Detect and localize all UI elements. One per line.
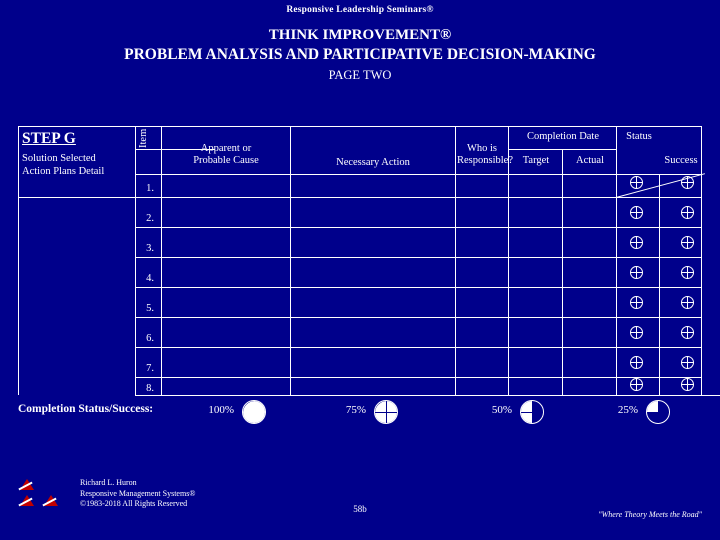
header-title-line1: THINK IMPROVEMENT® [268,27,452,43]
success-marker-icon [681,206,696,221]
legend-pie-25-icon [646,400,670,424]
status-marker-icon [630,378,645,393]
column-header-actual: Actual [576,155,604,166]
footer-author: Richard L. Huron [80,478,137,487]
column-header-status: Status [626,131,652,142]
status-marker-icon [630,266,645,281]
footer: Richard L. Huron Responsive Management S… [18,478,702,524]
status-marker-icon [630,176,645,191]
success-marker-icon [681,296,696,311]
table-row-number: 7. [146,363,154,374]
column-header-item: Item [138,128,149,148]
slide: Responsive Leadership Seminars® THINK IM… [0,0,720,540]
legend-pie-50-icon [520,400,544,424]
action-plan-table: STEP G Solution Selected Action Plans Det… [18,126,720,396]
header-page-label: PAGE TWO [328,68,392,82]
status-marker-icon [630,206,645,221]
table-row-number: 8. [146,383,154,394]
completion-status-label: Completion Status/Success: [18,403,154,415]
table-row-number: 6. [146,333,154,344]
table-row-number: 2. [146,213,154,224]
success-marker-icon [681,326,696,341]
step-g-label: STEP G [22,130,76,147]
legend-percent-100: 100% [208,404,234,416]
status-marker-icon [630,296,645,311]
column-header-responsible: Who is Responsible? [457,143,513,166]
table-row-number: 4. [146,273,154,284]
column-header-success: Success [664,155,698,166]
column-header-cause: Apparent or Probable Cause [193,143,259,166]
table-row-number: 5. [146,303,154,314]
table-row-number: 1. [146,183,154,194]
success-marker-icon [681,378,696,393]
legend-percent-25: 25% [617,404,638,416]
column-header-completion-date: Completion Date [526,131,600,142]
footer-company: Responsive Management Systems® [80,488,196,498]
completion-status-legend: Completion Status/Success: 100% 75% 50% … [18,400,702,424]
status-marker-icon [630,356,645,371]
success-marker-icon [681,176,696,191]
column-header-target: Target [522,155,550,166]
header-subtitle: Responsive Leadership Seminars® [286,5,434,15]
status-marker-icon [630,326,645,341]
header-title-line2: PROBLEM ANALYSIS AND PARTICIPATIVE DECIS… [124,46,596,63]
status-marker-icon [630,236,645,251]
step-g-subtitle: Solution Selected Action Plans Detail [22,153,105,177]
success-marker-icon [681,266,696,281]
legend-percent-75: 75% [345,404,366,416]
footer-tagline: "Where Theory Meets the Road" [598,510,702,519]
success-marker-icon [681,236,696,251]
column-header-action: Necessary Action [336,157,410,168]
success-marker-icon [681,356,696,371]
legend-percent-50: 50% [491,404,512,416]
table-row-number: 3. [146,243,154,254]
legend-pie-75-icon [374,400,398,424]
legend-pie-100-icon [242,400,266,424]
